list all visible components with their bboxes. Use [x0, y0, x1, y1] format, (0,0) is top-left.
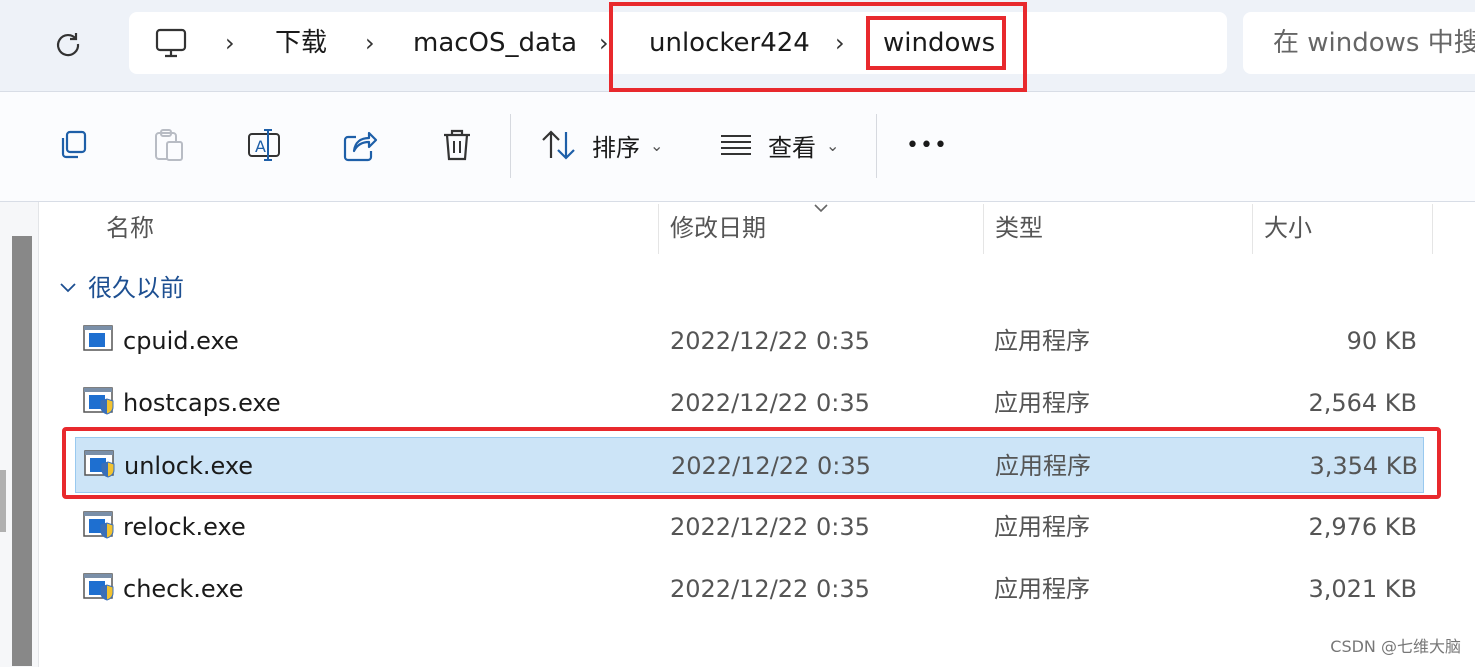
- file-type: 应用程序: [994, 327, 1090, 355]
- sort-button[interactable]: 排序 ⌄: [540, 120, 663, 170]
- exe-file-icon: [83, 387, 115, 421]
- file-modified-date: 2022/12/22 0:35: [671, 452, 871, 480]
- file-row[interactable]: unlock.exe 2022/12/22 0:35 应用程序 3,354 KB: [75, 437, 1424, 493]
- pane-resize-handle[interactable]: [0, 470, 6, 532]
- file-size: 90 KB: [1346, 327, 1417, 355]
- sort-indicator-icon: [814, 204, 828, 213]
- address-bar-region: › 下载 › macOS_data › unlocker424 › window…: [0, 0, 1475, 92]
- sort-icon: [542, 130, 575, 160]
- file-type: 应用程序: [995, 452, 1091, 480]
- exe-file-icon: [83, 573, 115, 607]
- chevron-down-icon: ⌄: [826, 135, 840, 155]
- file-row[interactable]: relock.exe 2022/12/22 0:35 应用程序 2,976 KB: [75, 499, 1424, 555]
- rename-icon: A: [248, 129, 280, 161]
- chevron-right-icon[interactable]: ›: [599, 12, 609, 74]
- file-modified-date: 2022/12/22 0:35: [670, 389, 870, 417]
- paste-button[interactable]: [152, 120, 186, 170]
- paste-icon: [155, 129, 183, 161]
- column-header-size[interactable]: 大小: [1264, 202, 1312, 254]
- file-type: 应用程序: [994, 575, 1090, 603]
- scrollbar-thumb[interactable]: [12, 236, 32, 666]
- group-label: 很久以前: [88, 274, 184, 302]
- file-type: 应用程序: [994, 389, 1090, 417]
- file-row[interactable]: cpuid.exe 2022/12/22 0:35 应用程序 90 KB: [75, 313, 1424, 369]
- sort-label: 排序: [592, 133, 640, 162]
- toolbar-divider: [510, 114, 511, 178]
- exe-file-icon: [84, 450, 116, 484]
- exe-file-icon: [83, 325, 115, 359]
- this-pc-icon[interactable]: [153, 25, 189, 65]
- chevron-right-icon[interactable]: ›: [225, 12, 235, 74]
- file-row[interactable]: check.exe 2022/12/22 0:35 应用程序 3,021 KB: [75, 561, 1424, 617]
- toolbar-divider: [876, 114, 877, 178]
- delete-button[interactable]: [440, 120, 474, 170]
- breadcrumb-downloads[interactable]: 下载: [275, 12, 327, 74]
- file-type: 应用程序: [994, 513, 1090, 541]
- search-placeholder: 在 windows 中搜: [1273, 28, 1475, 58]
- trash-icon: [444, 129, 470, 161]
- file-row[interactable]: hostcaps.exe 2022/12/22 0:35 应用程序 2,564 KB: [75, 375, 1424, 431]
- file-name: cpuid.exe: [123, 327, 239, 355]
- copy-icon: [61, 130, 87, 159]
- file-size: 2,976 KB: [1308, 513, 1417, 541]
- file-modified-date: 2022/12/22 0:35: [670, 513, 870, 541]
- search-box[interactable]: 在 windows 中搜: [1243, 12, 1475, 74]
- file-modified-date: 2022/12/22 0:35: [670, 327, 870, 355]
- copy-button[interactable]: [56, 120, 90, 170]
- column-divider[interactable]: [1252, 204, 1253, 254]
- file-size: 3,354 KB: [1309, 452, 1418, 480]
- address-bar[interactable]: › 下载 › macOS_data › unlocker424 › window…: [129, 12, 1227, 74]
- refresh-button[interactable]: [44, 20, 92, 68]
- svg-text:A: A: [255, 137, 266, 156]
- file-name: relock.exe: [123, 513, 246, 541]
- command-bar: A 排序 ⌄ 查看 ⌄ •••: [0, 92, 1475, 202]
- group-header[interactable]: 很久以前: [58, 268, 184, 308]
- column-header-modified[interactable]: 修改日期: [670, 202, 766, 254]
- watermark: CSDN @七维大脑: [1330, 637, 1461, 656]
- column-divider[interactable]: [658, 204, 659, 254]
- file-name: unlock.exe: [124, 452, 254, 480]
- view-label: 查看: [768, 133, 816, 162]
- file-name: check.exe: [123, 575, 244, 603]
- more-icon: •••: [906, 132, 948, 158]
- file-modified-date: 2022/12/22 0:35: [670, 575, 870, 603]
- chevron-down-icon: ⌄: [650, 135, 664, 155]
- exe-file-icon: [83, 511, 115, 545]
- breadcrumb-windows[interactable]: windows: [883, 12, 995, 74]
- file-size: 2,564 KB: [1308, 389, 1417, 417]
- column-header-type[interactable]: 类型: [995, 202, 1043, 254]
- file-size: 3,021 KB: [1308, 575, 1417, 603]
- rename-button[interactable]: A: [246, 120, 284, 170]
- view-icon: [721, 135, 751, 155]
- breadcrumb-macos-data[interactable]: macOS_data: [413, 12, 577, 74]
- share-button[interactable]: [342, 120, 378, 170]
- breadcrumb-unlocker424[interactable]: unlocker424: [649, 12, 810, 74]
- share-icon: [343, 131, 378, 162]
- refresh-icon: [57, 33, 80, 57]
- view-button[interactable]: 查看 ⌄: [718, 120, 839, 170]
- chevron-right-icon[interactable]: ›: [835, 12, 845, 74]
- file-name: hostcaps.exe: [123, 389, 281, 417]
- column-divider[interactable]: [1432, 204, 1433, 254]
- column-header-name[interactable]: 名称: [106, 202, 154, 254]
- more-options-button[interactable]: •••: [906, 120, 948, 170]
- column-divider[interactable]: [983, 204, 984, 254]
- chevron-down-icon: [58, 281, 78, 295]
- chevron-right-icon[interactable]: ›: [365, 12, 375, 74]
